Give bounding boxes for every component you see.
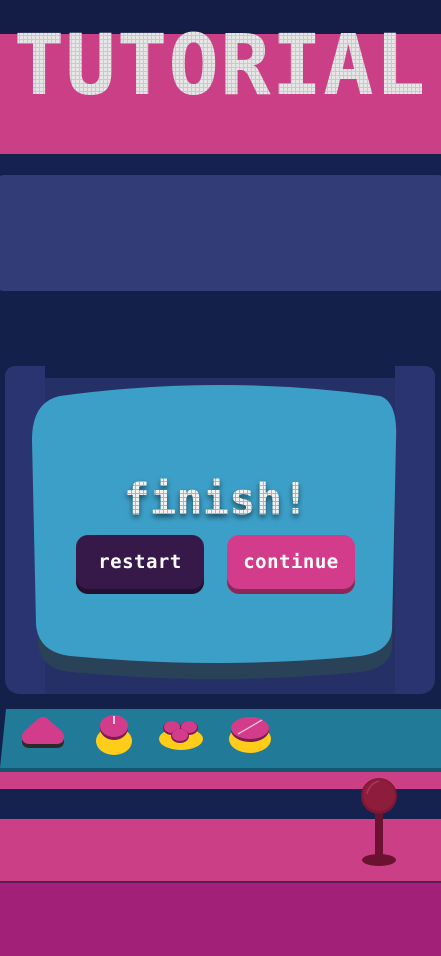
joystick-icon[interactable] bbox=[350, 772, 410, 872]
band-divider bbox=[0, 154, 441, 174]
finish-message: finish! bbox=[0, 470, 441, 526]
title-panel bbox=[0, 175, 441, 291]
restart-button[interactable]: restart bbox=[76, 535, 204, 589]
title-svg: TUTORIAL bbox=[14, 16, 427, 114]
arcade-screen bbox=[32, 385, 397, 679]
finish-svg: finish! bbox=[123, 474, 308, 525]
control-panel-surface bbox=[0, 709, 441, 768]
control-panel bbox=[0, 709, 441, 772]
cluster-button-icon[interactable] bbox=[159, 721, 203, 750]
title-banner: TUTORIAL bbox=[0, 0, 441, 116]
cabinet-base bbox=[0, 883, 441, 956]
continue-button[interactable]: continue bbox=[227, 535, 355, 589]
page-title: TUTORIAL bbox=[14, 16, 427, 114]
finish-label: finish! bbox=[123, 474, 308, 525]
dome-button-icon[interactable] bbox=[229, 717, 271, 753]
